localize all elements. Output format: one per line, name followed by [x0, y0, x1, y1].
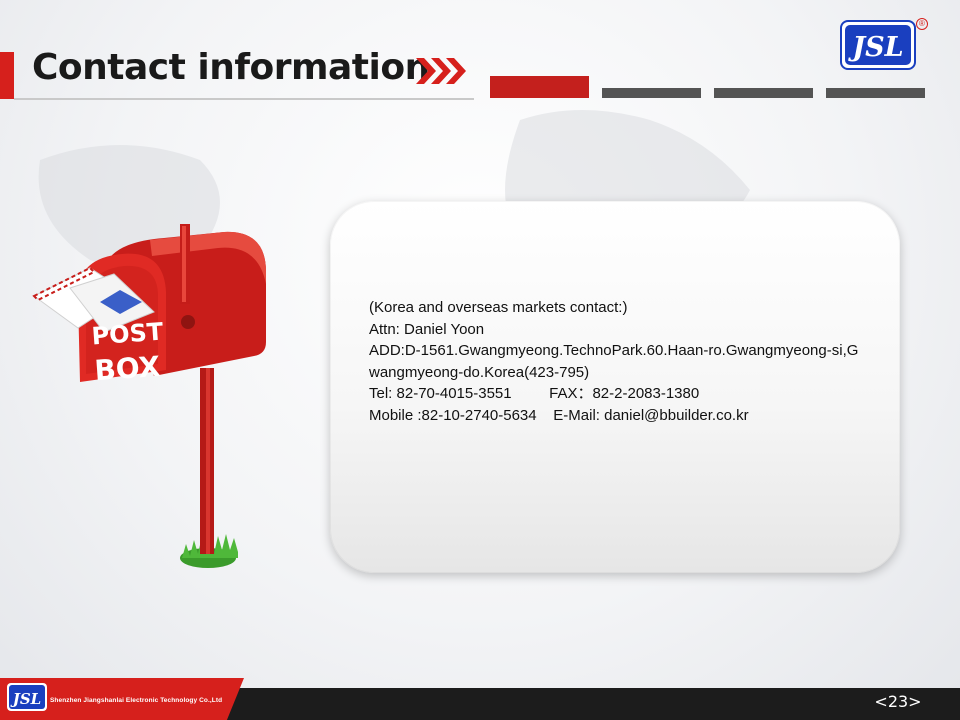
section-tab-active — [490, 76, 589, 98]
contact-card: (Korea and overseas markets contact:) At… — [330, 201, 900, 573]
logo-text: JSL — [847, 32, 903, 63]
header-underline — [14, 98, 474, 100]
contact-attn: Attn: Daniel Yoon — [369, 320, 485, 338]
post-label: POST — [91, 318, 165, 351]
footer-jsl-logo: JSL — [7, 683, 47, 711]
contact-address: ADD:D-1561.Gwangmyeong.TechnoPark.60.Haa… — [369, 342, 859, 381]
section-tab-3 — [714, 88, 813, 98]
contact-details: (Korea and overseas markets contact:) At… — [369, 297, 869, 426]
triple-chevron-right-icon — [416, 58, 466, 84]
page-title: Contact information — [32, 47, 430, 88]
section-tab-2 — [602, 88, 701, 98]
contact-tel-fax: Tel: 82-70-4015-3551 FAX：82-2-2083-1380 — [369, 385, 700, 402]
page-number: <23> — [874, 692, 922, 711]
contact-mobile-email: Mobile :82-10-2740-5634 E-Mail: daniel@b… — [369, 406, 749, 424]
contact-market-note: (Korea and overseas markets contact:) — [369, 299, 628, 316]
title-accent-bar — [0, 52, 14, 99]
footer-company-name: Shenzhen Jiangshanlai Electronic Technol… — [50, 697, 223, 704]
mailbox-icon: POST BOX — [32, 224, 266, 568]
section-tab-4 — [826, 88, 925, 98]
box-label: BOX — [93, 350, 161, 388]
footer-logo-text: JSL — [10, 690, 41, 708]
jsl-logo: JSL — [840, 20, 916, 70]
registered-mark: ® — [916, 18, 928, 30]
